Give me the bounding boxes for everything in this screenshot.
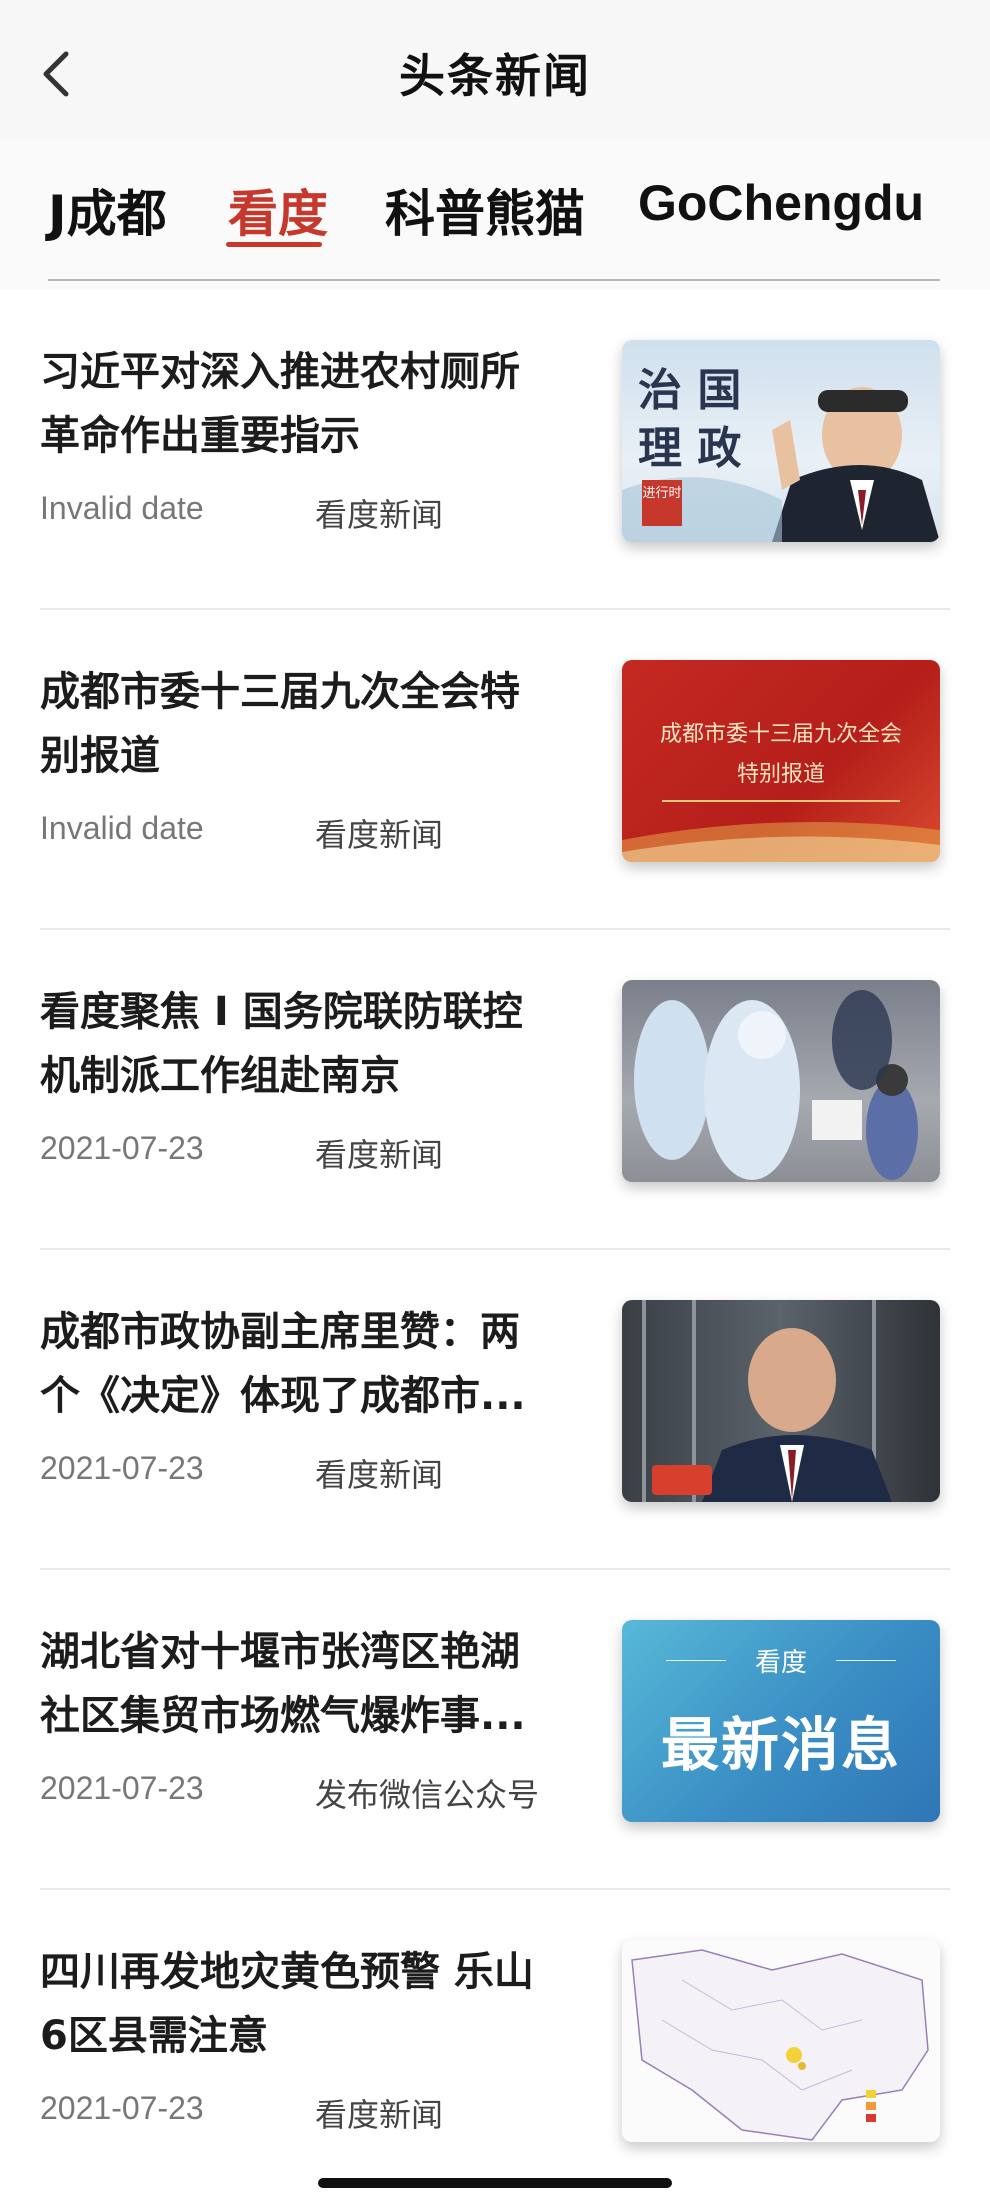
news-item[interactable]: 湖北省对十堰市张湾区艳湖社区集贸市场燃气爆炸事... 2021-07-23 发布… (40, 1570, 950, 1890)
channel-tabs: J成都 看度 科普熊猫 GoChengdu (0, 140, 990, 290)
news-source: 看度新闻 (315, 1456, 444, 1494)
news-source: 看度新闻 (315, 496, 444, 534)
news-thumbnail (622, 1300, 940, 1502)
tabs-divider (48, 279, 940, 281)
thumb-rule-right (836, 1660, 896, 1661)
news-title: 成都市政协副主席里赞：两个《决定》体现了成都市... (40, 1309, 526, 1419)
news-date: Invalid date (40, 810, 204, 846)
news-item[interactable]: 习近平对深入推进农村厕所革命作出重要指示 Invalid date 看度新闻 治… (40, 290, 950, 610)
news-title: 看度聚焦 I 国务院联防联控机制派工作组赴南京 (40, 989, 523, 1099)
thumb-caption-2: 理 政 (638, 423, 742, 474)
thumb-rule-left (666, 1660, 726, 1661)
news-thumbnail (622, 1940, 940, 2142)
page-title: 头条新闻 (399, 49, 591, 103)
news-title: 习近平对深入推进农村厕所革命作出重要指示 (40, 349, 520, 459)
tab-jchengdu[interactable]: J成都 (48, 174, 167, 246)
tab-gochengdu[interactable]: GoChengdu (638, 174, 924, 232)
news-item[interactable]: 成都市委十三届九次全会特别报道 Invalid date 看度新闻 成都市委十三… (40, 610, 950, 930)
news-source: 发布微信公众号 (315, 1776, 540, 1814)
thumb-caption-1: 治 国 (638, 365, 742, 416)
news-date: 2021-07-23 (40, 1770, 204, 1806)
news-item[interactable]: 四川再发地灾黄色预警 乐山6区县需注意 2021-07-23 看度新闻 (40, 1890, 950, 2210)
app-header: 头条新闻 (0, 0, 990, 140)
news-item[interactable]: 成都市政协副主席里赞：两个《决定》体现了成都市... 2021-07-23 看度… (40, 1250, 950, 1570)
news-title: 湖北省对十堰市张湾区艳湖社区集贸市场燃气爆炸事... (40, 1629, 526, 1739)
news-title: 四川再发地灾黄色预警 乐山6区县需注意 (40, 1949, 534, 2059)
active-tab-indicator (226, 242, 322, 247)
news-date: Invalid date (40, 490, 204, 526)
thumb-caption-1: 成都市委十三届九次全会 (659, 722, 902, 747)
news-source: 看度新闻 (315, 1136, 444, 1174)
news-date: 2021-07-23 (40, 1130, 204, 1166)
news-thumbnail: 看度 最新消息 (622, 1620, 940, 1822)
news-source: 看度新闻 (315, 816, 444, 854)
news-thumbnail (622, 980, 940, 1182)
thumb-caption-2: 特别报道 (736, 762, 825, 787)
thumb-badge: 进行时 (642, 486, 682, 501)
news-thumbnail: 治 国 理 政 进行时 (622, 340, 940, 542)
news-title: 成都市委十三届九次全会特别报道 (40, 669, 520, 779)
tab-kandu[interactable]: 看度 (228, 174, 328, 246)
home-indicator (318, 2178, 672, 2188)
thumb-caption-2: 最新消息 (660, 1711, 901, 1779)
news-date: 2021-07-23 (40, 2090, 204, 2126)
tab-kepu-xiongmao[interactable]: 科普熊猫 (385, 174, 585, 246)
news-source: 看度新闻 (315, 2096, 444, 2134)
news-thumbnail: 成都市委十三届九次全会 特别报道 (622, 660, 940, 862)
news-date: 2021-07-23 (40, 1450, 204, 1486)
news-item[interactable]: 看度聚焦 I 国务院联防联控机制派工作组赴南京 2021-07-23 看度新闻 (40, 930, 950, 1250)
